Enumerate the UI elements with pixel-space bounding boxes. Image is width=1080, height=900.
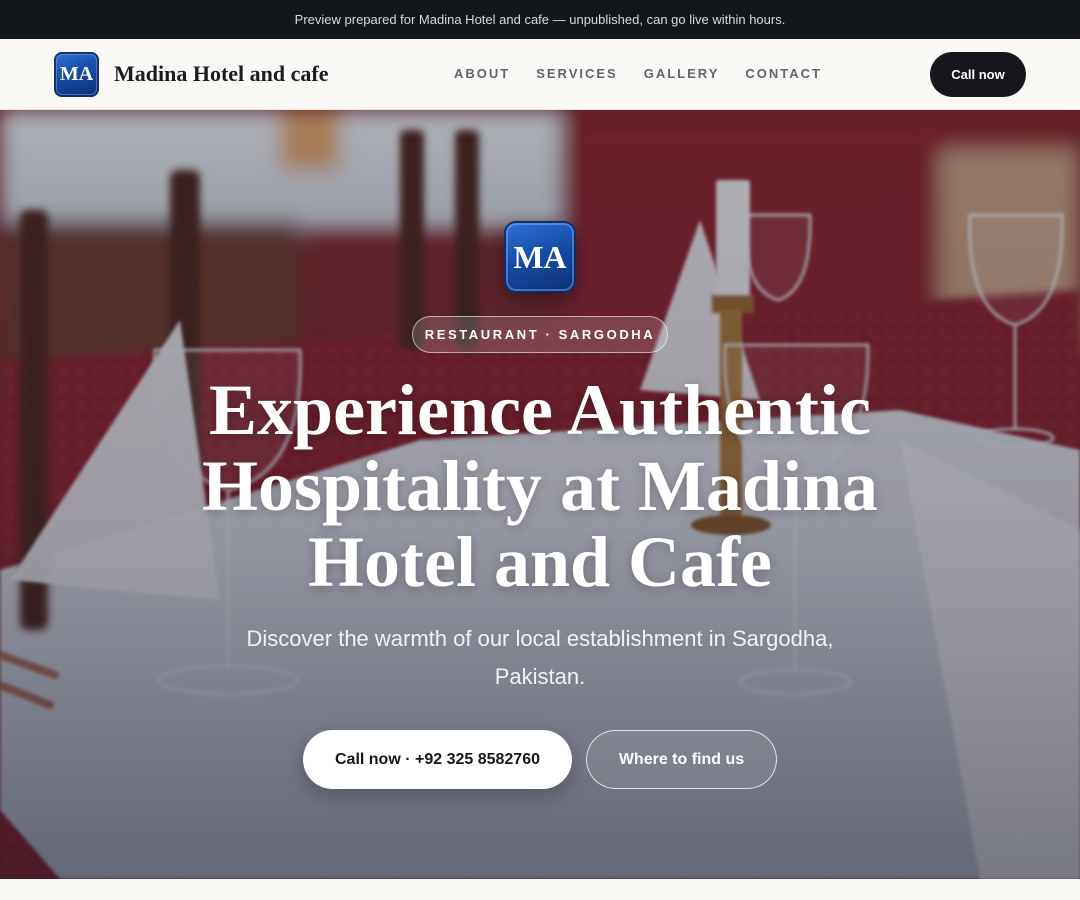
logo-initials: MA xyxy=(59,63,94,85)
hero-section: MA RESTAURANT · SARGODHA Experience Auth… xyxy=(0,110,1080,879)
nav-link-services[interactable]: SERVICES xyxy=(536,66,618,81)
brand-logo[interactable]: MA xyxy=(54,52,99,97)
find-us-button[interactable]: Where to find us xyxy=(586,730,777,789)
site-header: MA Madina Hotel and cafe ABOUT SERVICES … xyxy=(0,39,1080,110)
hero-subtitle: Discover the warmth of our local establi… xyxy=(246,626,834,689)
category-tag: RESTAURANT · SARGODHA xyxy=(412,316,668,353)
nav-link-contact[interactable]: CONTACT xyxy=(745,66,822,81)
main-nav: ABOUT SERVICES GALLERY CONTACT xyxy=(454,66,848,81)
hero-content: MA RESTAURANT · SARGODHA Experience Auth… xyxy=(0,110,1080,879)
nav-link-about[interactable]: ABOUT xyxy=(454,66,510,81)
brand-name[interactable]: Madina Hotel and cafe xyxy=(114,61,329,87)
hero-title: Experience Authentic Hospitality at Madi… xyxy=(201,370,879,602)
header-call-button[interactable]: Call now xyxy=(930,52,1026,97)
nav-link-gallery[interactable]: GALLERY xyxy=(644,66,720,81)
call-now-button[interactable]: Call now · +92 325 8582760 xyxy=(303,730,572,789)
announcement-text: Preview prepared for Madina Hotel and ca… xyxy=(294,12,786,27)
hero-logo-initials: MA xyxy=(513,238,567,275)
hero-logo: MA xyxy=(504,221,576,293)
next-section-edge xyxy=(0,879,1080,900)
announcement-bar: Preview prepared for Madina Hotel and ca… xyxy=(0,0,1080,39)
